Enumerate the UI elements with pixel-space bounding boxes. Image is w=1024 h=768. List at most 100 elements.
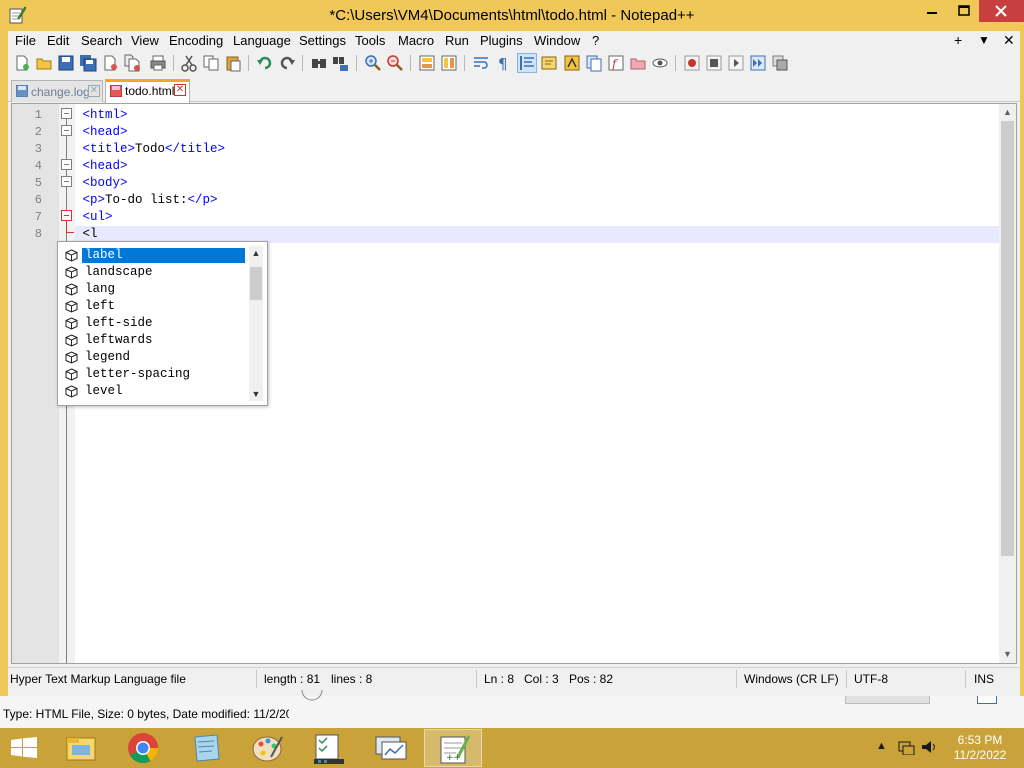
volume-icon[interactable] bbox=[920, 739, 938, 755]
word-wrap-icon[interactable] bbox=[472, 54, 490, 72]
menu-search[interactable]: Search bbox=[81, 33, 122, 48]
tab-list-button[interactable]: ▼ bbox=[978, 33, 990, 47]
autocomplete-item[interactable]: legend bbox=[62, 349, 247, 366]
autocomplete-item[interactable]: left bbox=[62, 298, 247, 315]
paste-icon[interactable] bbox=[224, 54, 242, 72]
menu-file[interactable]: File bbox=[15, 33, 36, 48]
user-defined-language-icon[interactable] bbox=[540, 54, 558, 72]
fold-toggle-html[interactable] bbox=[61, 108, 72, 119]
autocomplete-item[interactable]: leftwards bbox=[62, 332, 247, 349]
menu-help[interactable]: ? bbox=[592, 33, 599, 48]
status-insert-mode[interactable]: INS bbox=[974, 672, 994, 686]
close-button[interactable] bbox=[979, 0, 1024, 22]
print-icon[interactable] bbox=[149, 54, 167, 72]
menu-window[interactable]: Window bbox=[534, 33, 580, 48]
cut-icon[interactable] bbox=[180, 54, 198, 72]
fold-toggle-head-2[interactable] bbox=[61, 159, 72, 170]
save-all-icon[interactable] bbox=[79, 54, 97, 72]
stop-recording-icon[interactable] bbox=[705, 54, 723, 72]
fold-toggle-ul[interactable] bbox=[61, 210, 72, 221]
tab-change-log[interactable]: change.log ✕ bbox=[11, 80, 103, 102]
document-list-icon[interactable] bbox=[585, 54, 603, 72]
find-icon[interactable] bbox=[310, 54, 328, 72]
menu-edit[interactable]: Edit bbox=[47, 33, 69, 48]
fold-toggle-head[interactable] bbox=[61, 125, 72, 136]
show-all-characters-icon[interactable]: ¶ bbox=[494, 54, 512, 72]
autocomplete-item[interactable]: level bbox=[62, 383, 247, 400]
indent-guide-icon[interactable] bbox=[517, 53, 537, 73]
autocomplete-item[interactable]: letter-spacing bbox=[62, 366, 247, 383]
scroll-up-arrow[interactable]: ▲ bbox=[999, 104, 1016, 121]
menu-tools[interactable]: Tools bbox=[355, 33, 385, 48]
show-hidden-icons-button[interactable]: ▲ bbox=[876, 740, 887, 752]
new-file-icon[interactable] bbox=[13, 54, 31, 72]
menu-run[interactable]: Run bbox=[445, 33, 469, 48]
menu-encoding[interactable]: Encoding bbox=[169, 33, 223, 48]
code-line[interactable]: <html> bbox=[75, 107, 1000, 124]
autocomplete-item[interactable]: lang bbox=[62, 281, 247, 298]
taskbar-chrome[interactable] bbox=[114, 729, 172, 767]
run-macro-multiple-icon[interactable] bbox=[749, 54, 767, 72]
zoom-out-icon[interactable] bbox=[386, 54, 404, 72]
close-document-button[interactable]: ✕ bbox=[1003, 32, 1015, 49]
playback-macro-icon[interactable] bbox=[727, 54, 745, 72]
status-encoding[interactable]: UTF-8 bbox=[854, 672, 888, 686]
code-line[interactable]: <p>To-do list:</p> bbox=[75, 192, 1000, 209]
system-clock[interactable]: 6:53 PM 11/2/2022 bbox=[945, 733, 1015, 763]
fold-toggle-body[interactable] bbox=[61, 176, 72, 187]
taskbar-notes[interactable] bbox=[176, 729, 234, 767]
taskbar-paint[interactable] bbox=[238, 729, 296, 767]
scroll-down-arrow[interactable]: ▼ bbox=[999, 646, 1016, 663]
taskbar-file-explorer[interactable] bbox=[52, 729, 110, 767]
code-line[interactable]: <body> bbox=[75, 175, 1000, 192]
tab-close-button[interactable]: ✕ bbox=[88, 85, 100, 97]
code-line[interactable]: <ul> bbox=[75, 209, 1000, 226]
replace-icon[interactable] bbox=[332, 54, 350, 72]
menu-view[interactable]: View bbox=[131, 33, 159, 48]
autocomplete-scroll-thumb[interactable] bbox=[250, 267, 262, 300]
undo-icon[interactable] bbox=[256, 54, 274, 72]
autocomplete-popup[interactable]: label landscape lang left left-side leftwards… bbox=[57, 241, 268, 406]
record-macro-icon[interactable] bbox=[683, 54, 701, 72]
autocomplete-item[interactable]: left-side bbox=[62, 315, 247, 332]
open-file-icon[interactable] bbox=[35, 54, 53, 72]
scrollbar-thumb[interactable] bbox=[1001, 121, 1014, 556]
save-macro-icon[interactable] bbox=[771, 54, 789, 72]
windows-start-icon[interactable] bbox=[10, 737, 38, 759]
scroll-down-arrow[interactable]: ▼ bbox=[249, 387, 263, 401]
autocomplete-item[interactable]: label bbox=[62, 247, 247, 264]
taskbar-task-manager[interactable] bbox=[300, 729, 358, 767]
tab-todo-html[interactable]: todo.html ✕ bbox=[105, 79, 190, 103]
menu-settings[interactable]: Settings bbox=[299, 33, 346, 48]
menu-macro[interactable]: Macro bbox=[398, 33, 434, 48]
function-list-icon[interactable]: f bbox=[607, 54, 625, 72]
new-tab-button[interactable]: + bbox=[954, 32, 962, 48]
taskbar-remote-desktop[interactable] bbox=[362, 729, 420, 767]
close-file-icon[interactable] bbox=[101, 54, 119, 72]
folder-as-workspace-icon[interactable] bbox=[629, 54, 647, 72]
monitoring-icon[interactable] bbox=[651, 54, 669, 72]
redo-icon[interactable] bbox=[278, 54, 296, 72]
scroll-up-arrow[interactable]: ▲ bbox=[249, 246, 263, 260]
vertical-scrollbar[interactable]: ▲ ▼ bbox=[999, 104, 1016, 663]
code-line[interactable]: <title>Todo</title> bbox=[75, 141, 1000, 158]
taskbar-notepad-plus-plus[interactable]: ++ bbox=[424, 729, 482, 767]
code-line[interactable]: <head> bbox=[75, 124, 1000, 141]
autocomplete-scrollbar[interactable]: ▲ ▼ bbox=[249, 246, 263, 401]
save-icon[interactable] bbox=[57, 54, 75, 72]
menu-plugins[interactable]: Plugins bbox=[480, 33, 523, 48]
sync-vertical-icon[interactable] bbox=[418, 54, 436, 72]
status-eol[interactable]: Windows (CR LF) bbox=[744, 672, 839, 686]
menu-language[interactable]: Language bbox=[233, 33, 291, 48]
network-icon[interactable] bbox=[898, 739, 916, 755]
close-all-icon[interactable] bbox=[123, 54, 141, 72]
code-line[interactable]: <head> bbox=[75, 158, 1000, 175]
zoom-in-icon[interactable] bbox=[364, 54, 382, 72]
tab-close-button[interactable]: ✕ bbox=[174, 84, 186, 96]
maximize-button[interactable] bbox=[949, 0, 979, 22]
minimize-button[interactable] bbox=[915, 0, 949, 22]
document-map-icon[interactable] bbox=[563, 54, 581, 72]
copy-icon[interactable] bbox=[202, 54, 220, 72]
sync-horizontal-icon[interactable] bbox=[440, 54, 458, 72]
autocomplete-item[interactable]: landscape bbox=[62, 264, 247, 281]
